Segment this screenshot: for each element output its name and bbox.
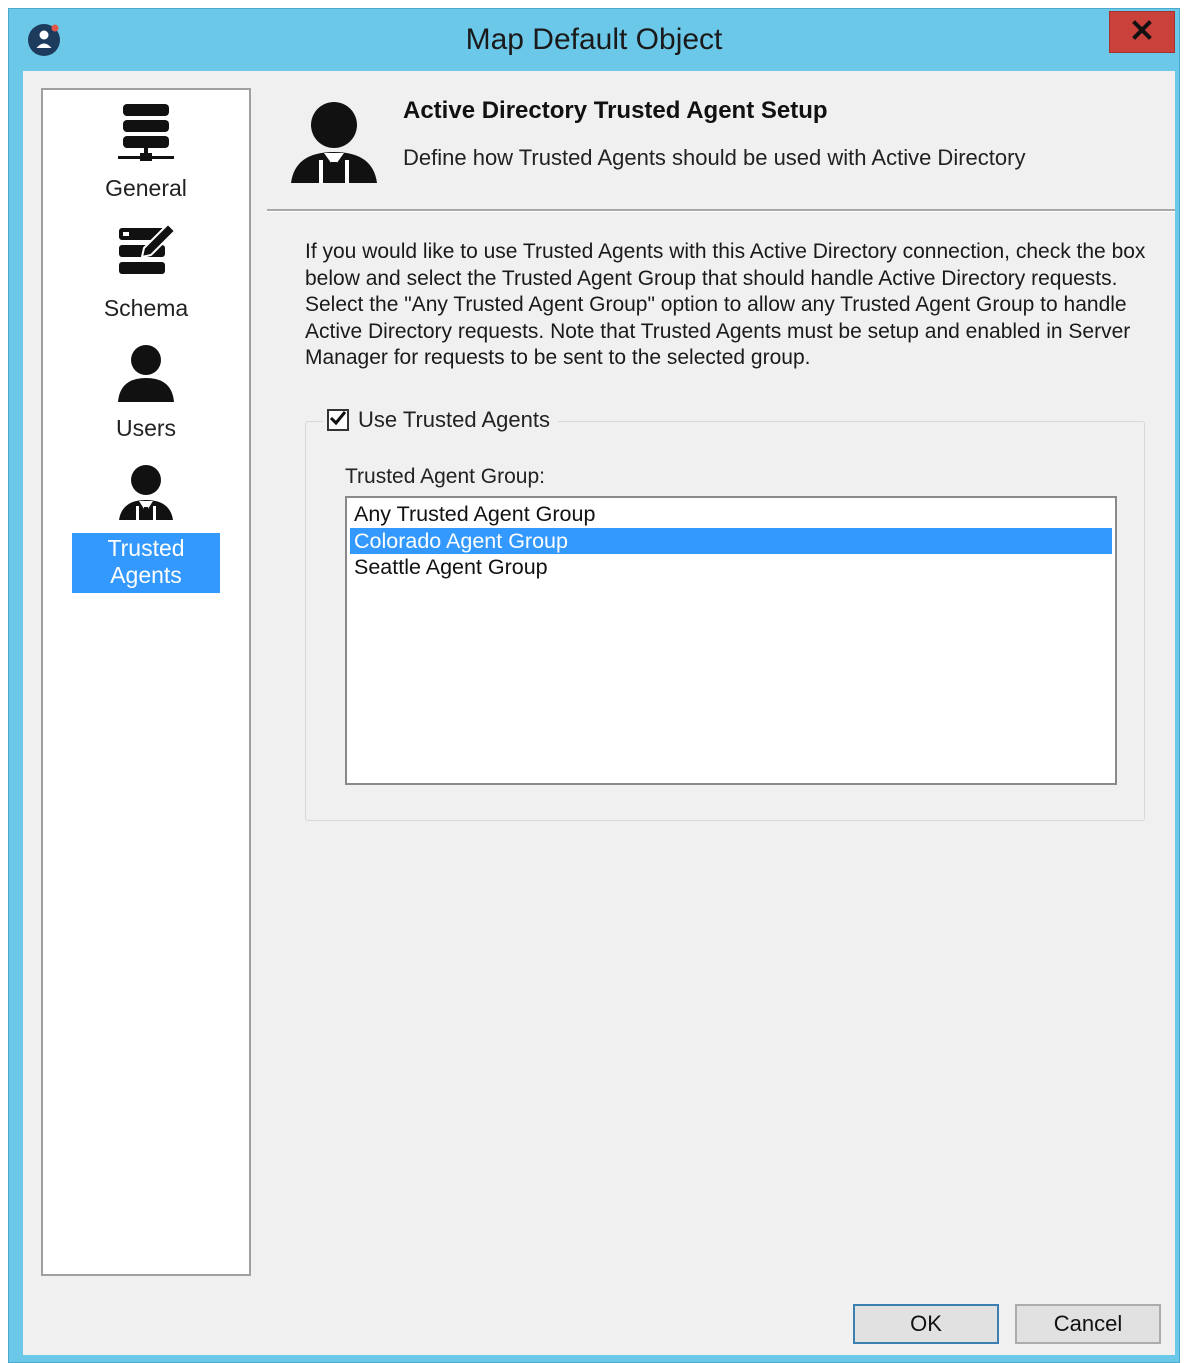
page-title: Active Directory Trusted Agent Setup [403,97,828,124]
nav-item-users[interactable]: Users [43,342,249,446]
checkmark-icon [329,409,347,432]
cancel-button[interactable]: Cancel [1015,1304,1161,1344]
instructions-text: If you would like to use Trusted Agents … [305,240,1146,369]
window-title: Map Default Object [465,23,723,56]
use-trusted-agents-checkbox[interactable]: Use Trusted Agents [323,407,558,433]
agent-group-listbox[interactable]: Any Trusted Agent Group Colorado Agent G… [345,496,1117,785]
dialog-window: Map Default Object General Schema Users … [8,8,1180,1363]
close-icon [1132,19,1152,45]
list-item[interactable]: Any Trusted Agent Group [350,501,1112,528]
nav-item-trusted-agents[interactable]: Trusted Agents [43,462,249,593]
nav-item-label: Users [115,415,177,441]
nav-item-general[interactable]: General [43,102,249,206]
header-divider [267,209,1175,212]
server-icon [43,102,249,169]
list-item[interactable]: Colorado Agent Group [350,527,1112,554]
agent-icon [289,101,379,185]
nav-item-schema[interactable]: Schema [43,222,249,326]
agent-group-label: Trusted Agent Group: [345,465,546,488]
schema-edit-icon [43,222,249,289]
nav-panel: General Schema Users Trusted Agents [41,88,251,1276]
checkbox-label: Use Trusted Agents [358,407,550,432]
checkbox-box[interactable] [327,409,349,431]
user-icon [43,342,249,409]
nav-item-label: Schema [103,295,189,321]
dialog-body: General Schema Users Trusted Agents Acti… [23,71,1175,1355]
title-bar[interactable]: Map Default Object [9,9,1179,71]
page-subtitle: Define how Trusted Agents should be used… [403,145,1026,170]
list-item[interactable]: Seattle Agent Group [350,554,1112,581]
nav-item-label: Trusted Agents [72,533,220,593]
agent-icon [43,462,249,529]
close-button[interactable] [1109,11,1175,53]
ok-button[interactable]: OK [853,1304,999,1344]
nav-item-label: General [105,175,187,201]
